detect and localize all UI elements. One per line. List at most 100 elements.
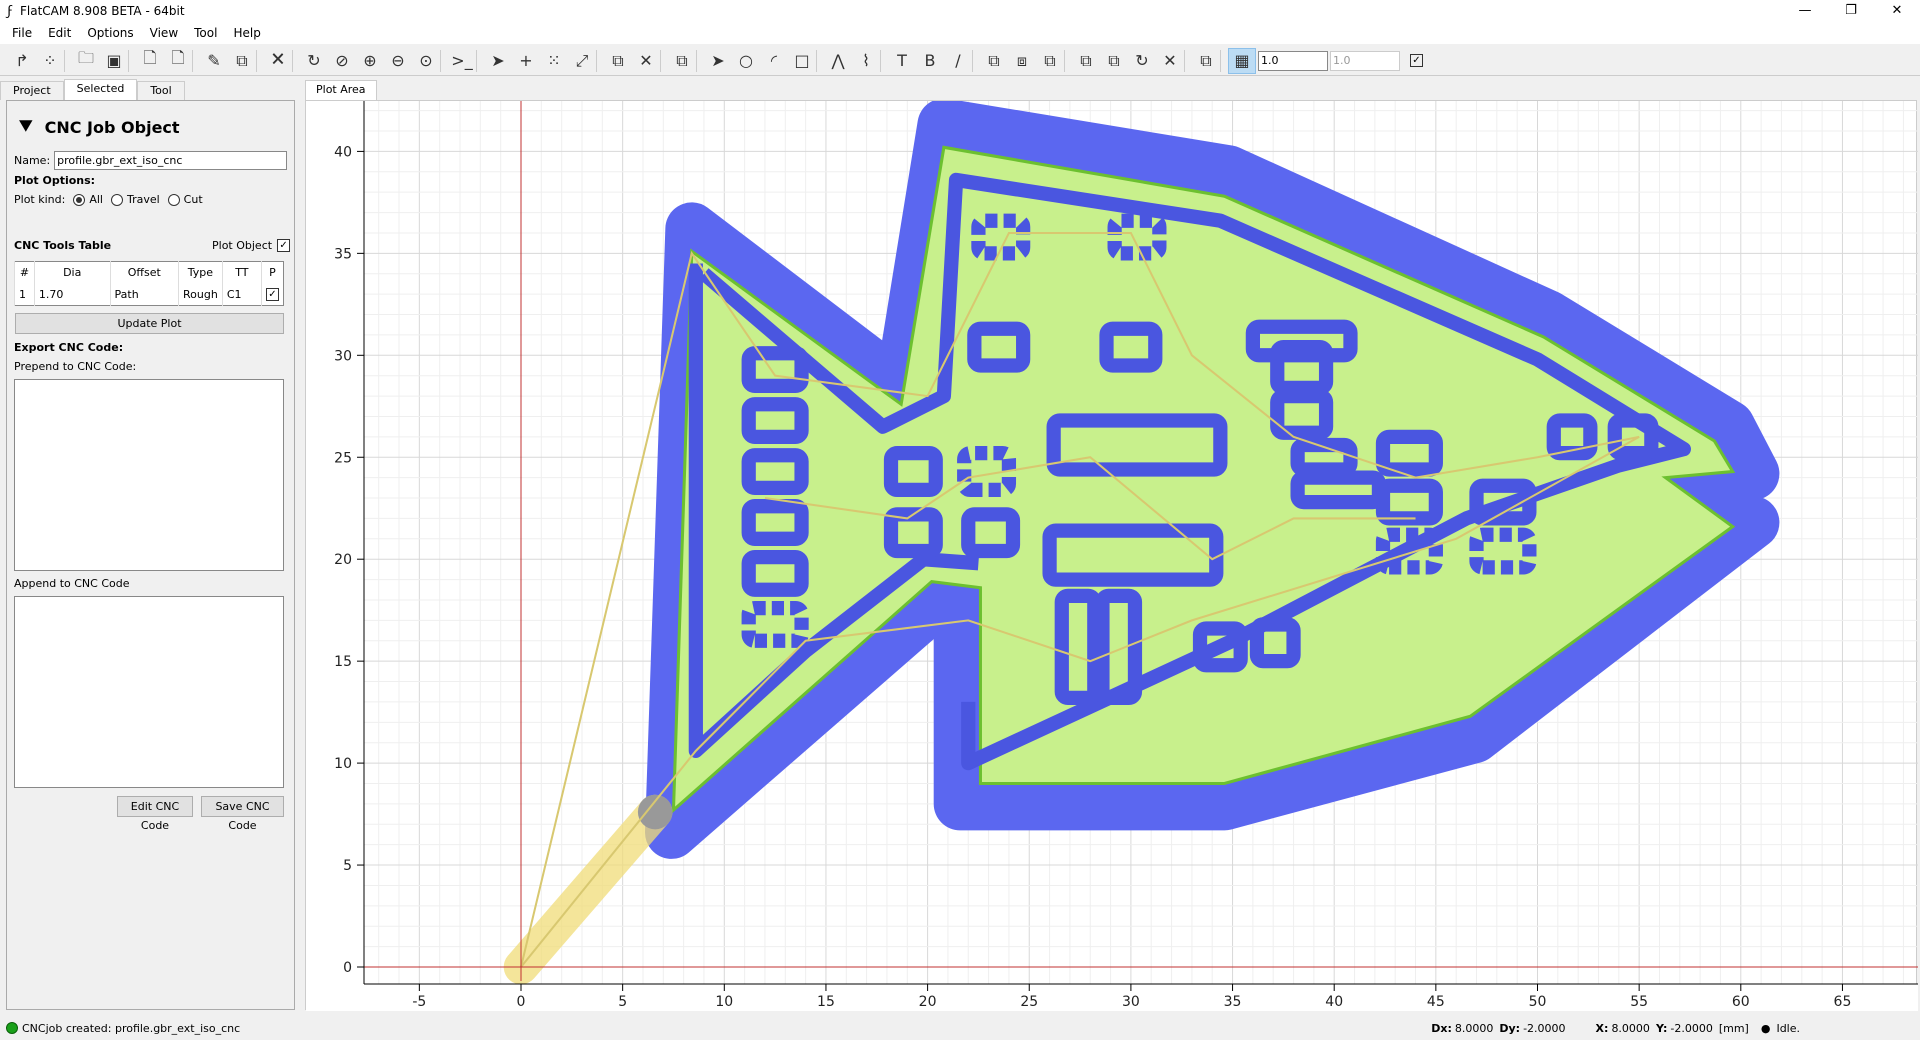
- menu-options[interactable]: Options: [79, 26, 141, 40]
- y-tick-label: 30: [334, 348, 352, 364]
- menu-view[interactable]: View: [142, 26, 186, 40]
- tab-project[interactable]: Project: [0, 81, 64, 100]
- copy-geo-icon[interactable]: ⧉: [1100, 48, 1128, 74]
- copy-drill-icon[interactable]: ⧉: [604, 48, 632, 74]
- radio-travel[interactable]: [110, 193, 123, 206]
- polygon-icon[interactable]: ⋀: [824, 48, 852, 74]
- circle-icon[interactable]: ○: [732, 48, 760, 74]
- zoom-fit-icon[interactable]: ⊙: [412, 48, 440, 74]
- shell-icon[interactable]: >_: [448, 48, 476, 74]
- radio-all[interactable]: [73, 193, 86, 206]
- delete-icon[interactable]: 🗙: [264, 48, 292, 74]
- edit-cnc-code-button[interactable]: Edit CNC Code: [117, 796, 193, 832]
- drill-array-icon[interactable]: ⁙: [540, 48, 568, 74]
- x-tick-label: 30: [1122, 994, 1140, 1010]
- union-icon[interactable]: ⧉: [980, 48, 1008, 74]
- intersection-icon[interactable]: ⧈: [1008, 48, 1036, 74]
- open-excellon-icon[interactable]: 🗋: [164, 48, 192, 74]
- toolbar-separator: [476, 49, 484, 72]
- zoom-out-icon[interactable]: ⊖: [384, 48, 412, 74]
- x-tick-label: 50: [1529, 994, 1547, 1010]
- cut-path-icon[interactable]: ⧉: [1072, 48, 1100, 74]
- plot-object-checkbox[interactable]: ✓: [277, 239, 291, 252]
- grid-x-input[interactable]: 1.0: [1258, 50, 1328, 71]
- select-icon[interactable]: ➤: [484, 48, 512, 74]
- status-message: CNCjob created: profile.gbr_ext_iso_cnc: [22, 1021, 241, 1035]
- x-tick-label: 40: [1325, 994, 1343, 1010]
- cell-type[interactable]: Rough: [178, 283, 223, 306]
- close-icon[interactable]: ✕: [1874, 0, 1920, 22]
- buffer-icon[interactable]: B: [916, 48, 944, 74]
- export-label: Export CNC Code:: [14, 341, 124, 354]
- save-cnc-code-button[interactable]: Save CNC Code: [201, 796, 284, 832]
- grid-y-input[interactable]: 1.0: [1330, 50, 1400, 71]
- arc-icon[interactable]: ◜: [760, 48, 788, 74]
- x-value: 8.0000: [1611, 1021, 1650, 1035]
- x-tick-label: 55: [1630, 994, 1648, 1010]
- delete-geo-icon[interactable]: ✕: [1156, 48, 1184, 74]
- copy-icon[interactable]: ⧉: [228, 48, 256, 74]
- prepend-textarea[interactable]: [14, 379, 284, 571]
- menu-help[interactable]: Help: [225, 26, 268, 40]
- open-project-icon[interactable]: ✎: [200, 48, 228, 74]
- status-ok-icon: [6, 1022, 18, 1034]
- tab-plot-area[interactable]: Plot Area: [305, 80, 377, 101]
- path-icon[interactable]: ⌇: [852, 48, 880, 74]
- plot-area[interactable]: -5 0 5 10 15 20 25 30 35 40 45 50 55 60 65 0 5 10 15 20 25 30…: [305, 89, 1918, 1011]
- cell-offset[interactable]: Path: [109, 283, 179, 306]
- grid-lock-checkbox[interactable]: ✓: [1410, 54, 1423, 67]
- paint-icon[interactable]: /: [944, 48, 972, 74]
- tool-plot-checkbox[interactable]: ✓: [266, 288, 279, 302]
- menu-file[interactable]: File: [4, 26, 40, 40]
- resize-drill-icon[interactable]: ⤢: [568, 48, 596, 74]
- restore-icon[interactable]: ❐: [1828, 0, 1874, 22]
- new-geometry-icon[interactable]: ↱: [8, 48, 36, 74]
- cnc-drill-icon: ⯆: [17, 115, 35, 140]
- text-icon[interactable]: T: [888, 48, 916, 74]
- move-drill-icon[interactable]: ⧉: [668, 48, 696, 74]
- menu-edit[interactable]: Edit: [40, 26, 79, 40]
- save-icon[interactable]: ▣: [100, 48, 128, 74]
- toolbar-separator: [128, 49, 136, 72]
- open-icon[interactable]: 🗀: [72, 48, 100, 74]
- update-plot-button[interactable]: Update Plot: [15, 313, 284, 334]
- rectangle-icon[interactable]: □: [788, 48, 816, 74]
- subtraction-icon[interactable]: ⧉: [1036, 48, 1064, 74]
- snap-grid-icon[interactable]: ▦: [1228, 47, 1256, 74]
- delete-drill-icon[interactable]: ✕: [632, 48, 660, 74]
- dx-label: Dx:: [1431, 1021, 1452, 1035]
- replot-icon[interactable]: ↻: [300, 48, 328, 74]
- toolbar-separator: [192, 49, 200, 72]
- open-gerber-icon[interactable]: 🗋: [136, 48, 164, 74]
- cell-plot: ✓: [261, 283, 284, 306]
- dx-value: 8.0000: [1454, 1021, 1494, 1035]
- toolbar-separator: [972, 49, 980, 72]
- header-dia: Dia: [33, 261, 111, 284]
- y-tick-label: 20: [334, 552, 352, 568]
- toolbar-separator: [596, 49, 604, 72]
- tab-tool[interactable]: Tool: [137, 81, 185, 100]
- new-excellon-icon[interactable]: ⁘: [36, 48, 64, 74]
- zoom-in-icon[interactable]: ⊕: [356, 48, 384, 74]
- select-geo-icon[interactable]: ➤: [704, 48, 732, 74]
- cell-dia[interactable]: 1.70: [33, 283, 111, 306]
- move-geo-icon[interactable]: ⧉: [1192, 48, 1220, 74]
- rotate-icon[interactable]: ↻: [1128, 48, 1156, 74]
- toolbar-separator: [880, 49, 888, 72]
- window-title: FlatCAM 8.908 BETA - 64bit: [20, 4, 185, 18]
- tab-selected[interactable]: Selected: [63, 79, 138, 100]
- add-drill-icon[interactable]: +: [512, 48, 540, 74]
- table-row[interactable]: 1 1.70 Path Rough C1 ✓: [14, 283, 284, 306]
- clear-plot-icon[interactable]: ⊘: [328, 48, 356, 74]
- append-textarea[interactable]: [14, 596, 284, 788]
- name-input[interactable]: profile.gbr_ext_iso_cnc: [54, 151, 288, 170]
- menu-tool[interactable]: Tool: [186, 26, 225, 40]
- radio-cut[interactable]: [167, 193, 180, 206]
- status-state: Idle.: [1776, 1021, 1800, 1035]
- minimize-icon[interactable]: —: [1782, 0, 1828, 22]
- cell-tt[interactable]: C1: [221, 283, 262, 306]
- toolbar-separator: [256, 49, 264, 72]
- flatcam-icon: ϝ: [7, 3, 13, 19]
- plot-canvas[interactable]: -5 0 5 10 15 20 25 30 35 40 45 50 55 60 65 0 5 10 15 20 25 30…: [306, 89, 1918, 1011]
- toolbar-separator: [1184, 49, 1192, 72]
